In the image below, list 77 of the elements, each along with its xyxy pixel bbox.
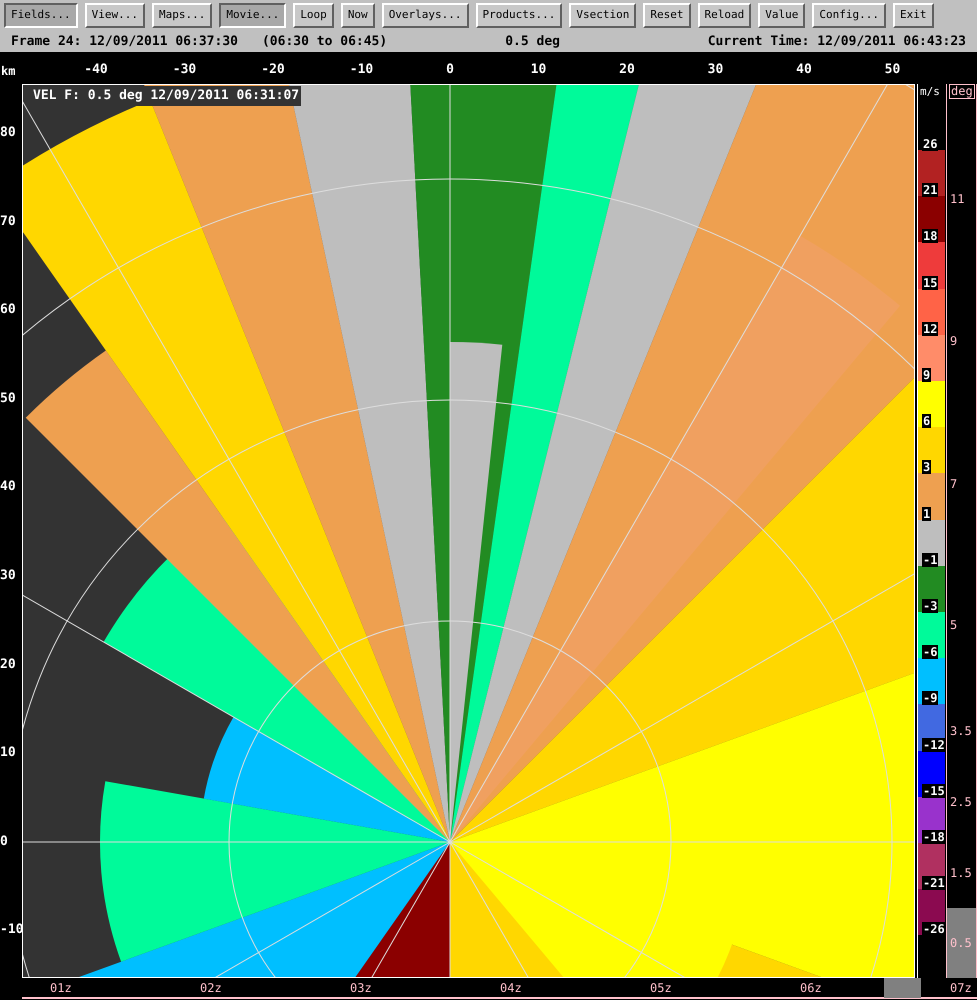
scan-info-label: VEL F: 0.5 deg 12/09/2011 06:31:07	[31, 86, 302, 106]
time-window-indicator	[884, 978, 921, 998]
scale-value-label: 21	[922, 183, 938, 198]
scale-value-label: 12	[922, 322, 938, 336]
axis-tick-label: 10	[0, 744, 16, 762]
axis-tick-label: 20	[0, 656, 16, 674]
axis-tick-label: -40	[83, 61, 109, 79]
axis-tick-label: 50	[0, 390, 16, 408]
axis-tick-label: 60	[0, 301, 16, 320]
timeline-tick-label: 04z	[500, 981, 522, 995]
scale-value-label: 3	[922, 460, 932, 474]
timeline-tick-label: 05z	[650, 981, 672, 995]
toolbar-button[interactable]: Movie...	[219, 3, 286, 28]
elevation-tick-label: 7	[949, 477, 958, 491]
scale-value-label: -6	[922, 645, 938, 660]
timeline-tick-label: 07z	[950, 981, 972, 995]
axis-tick-label: -10	[0, 921, 24, 940]
axis-tick-label: 30	[0, 567, 16, 585]
toolbar-button[interactable]: Now	[340, 3, 375, 28]
timeline-tick-label: 02z	[200, 981, 222, 995]
axis-tick-label: 0	[445, 61, 455, 79]
unit-label: deg	[949, 84, 975, 99]
scale-value-label: 9	[922, 368, 932, 382]
frame-time-label: Frame 24: 12/09/2011 06:37:30	[11, 32, 238, 51]
axis-tick-label: -10	[348, 61, 374, 79]
elevation-tick-label: 11	[949, 192, 964, 206]
elevation-indicator	[947, 908, 976, 978]
toolbar-button[interactable]: Exit	[893, 3, 934, 28]
axis-unit-label: km	[1, 63, 16, 80]
toolbar-button[interactable]: Overlays...	[382, 3, 469, 28]
toolbar-button[interactable]: Reload	[698, 3, 752, 28]
toolbar-button[interactable]: Loop	[293, 3, 334, 28]
current-time-label: Current Time: 12/09/2011 06:43:23	[708, 32, 966, 51]
scale-value-label: -3	[922, 599, 938, 613]
elevation-tick-label: 5	[949, 618, 958, 632]
axis-tick-label: -30	[172, 61, 198, 79]
timeline-tick-label: 03z	[350, 981, 372, 995]
scale-value-label: -12	[922, 738, 946, 752]
axis-tick-label: 40	[795, 61, 813, 79]
scale-value-label: 15	[922, 276, 938, 290]
elevation-tick-label: 2.5	[949, 795, 972, 809]
axis-tick-label: 10	[530, 61, 548, 79]
elevation-label: 0.5 deg	[505, 32, 560, 51]
axis-tick-label: 30	[706, 61, 724, 79]
axis-tick-label: 50	[884, 61, 902, 79]
time-range-label: (06:30 to 06:45)	[262, 32, 388, 51]
scale-value-label: -21	[922, 876, 946, 890]
axis-tick-label: 20	[618, 61, 636, 79]
scale-value-label: 1	[922, 506, 932, 521]
axis-tick-label: -20	[260, 61, 286, 79]
elevation-tick-label: 1.5	[949, 866, 972, 880]
scale-value-label: 18	[922, 229, 938, 244]
timeline-tick-label: 01z	[50, 981, 72, 995]
elevation-tick-label: 9	[949, 334, 958, 348]
toolbar-button[interactable]: Maps...	[152, 3, 212, 28]
scale-value-label: -18	[922, 830, 946, 844]
toolbar-button[interactable]: Fields...	[4, 3, 78, 28]
toolbar-button[interactable]: Vsection	[569, 3, 636, 28]
elevation-tick-label: 0.5	[949, 936, 972, 950]
scale-value-label: -26	[922, 922, 946, 936]
scale-value-label: -1	[922, 552, 938, 567]
scale-value-label: 6	[922, 414, 932, 428]
scale-value-label: 26	[922, 137, 938, 151]
axis-tick-label: 70	[0, 212, 16, 231]
axis-tick-label: 80	[0, 124, 16, 142]
scale-value-label: -15	[922, 784, 946, 798]
toolbar-button[interactable]: Products...	[476, 3, 562, 28]
scale-value-label: -9	[922, 691, 938, 706]
toolbar-button[interactable]: View...	[84, 3, 145, 28]
elevation-tick-label: 3.5	[949, 724, 972, 738]
timeline-tick-label: 06z	[800, 981, 822, 995]
toolbar-button[interactable]: Value	[758, 3, 806, 28]
axis-tick-label: 0	[0, 832, 8, 851]
toolbar-button[interactable]: Config...	[812, 3, 886, 28]
axis-tick-label: 40	[0, 478, 16, 496]
unit-label: m/s	[920, 84, 940, 100]
toolbar-button[interactable]: Reset	[643, 3, 691, 28]
